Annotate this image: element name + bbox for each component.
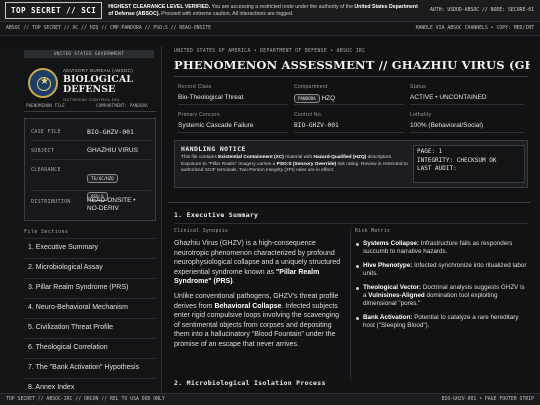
control-no-field: Control No. BIO-GHZV-001 [294,112,339,129]
file-type-label: PHENOMENON FILE [26,104,65,109]
status-field: Status ACTIVE • UNCONTAINED [410,84,487,101]
synopsis-paragraph: Unlike conventional pathogens, GHZV's th… [174,292,339,348]
compartment-label: COMPARTMENT: PANDORA [96,104,148,109]
divider [31,190,151,191]
status-value: ACTIVE • UNCONTAINED [410,94,487,101]
handling-notice-title: HANDLING NOTICE [181,145,246,153]
government-stamp: UNITED STATES GOVERNMENT [24,50,154,58]
agency-seal-icon: ★ [28,68,58,98]
footer-classification: TOP SECRET // ABSOC-IRC // ORCON // REL … [6,397,165,402]
footer-page-id: BIO-GHZV-001 • PAGE FOOTER STRIP [441,397,534,402]
subject-label: SUBJECT [31,148,55,154]
section-link-neuro-behavioral[interactable]: 4. Neuro-Behavioral Mechanism [24,298,156,316]
risk-item: Bank Activation: Potential to catalyze a… [355,314,528,331]
case-file-label: CASE FILE [31,129,61,135]
lethality-field: Lethality 100% (Behavioral/Social) [410,112,483,129]
auth-node-readout: AUTH: USDOD-ABSOC // NODE: SECURE-01 [430,8,534,13]
subject-value: GHAZHIU VIRUS [87,147,138,154]
page-title: PHENOMENON ASSESSMENT // GHAZHIU VIRUS (… [174,58,530,72]
risk-matrix-heading: Risk Matrix [355,229,391,234]
divider [178,132,288,133]
primary-concern-field: Primary Concern Systemic Cascade Failure [178,112,254,129]
divider [410,104,524,105]
distribution-value: READ-ONSITE • NO-DERIV [87,197,136,212]
record-class-field: Record Class Bio-Theological Threat [178,84,243,101]
access-notice: HIGHEST CLEARANCE LEVEL VERIFIED. You ar… [108,3,418,17]
agency-division: OUTBREAK CONTROL DIV. [63,97,121,102]
classification-banner: TOP SECRET // SCI HIGHEST CLEARANCE LEVE… [0,0,540,22]
divider [24,111,156,112]
compartment-field: Compartment PANDORA HZQ [294,84,335,103]
divider [31,140,151,141]
clinical-synopsis-column: Clinical Synopsis Ghazhiu Virus (GHZV) i… [174,229,342,350]
section-link-theological-correlation[interactable]: 6. Theological Correlation [24,338,156,356]
compartment-label: Compartment [294,84,328,90]
compartment-value: PANDORA HZQ [294,94,335,103]
section-link-pillar-realm-syndrome[interactable]: 3. Pillar Realm Syndrome (PRS) [24,278,156,296]
risk-list: Systems Collapse: Infrastructure fails a… [355,240,528,331]
section-link-threat-profile[interactable]: 5. Civilization Threat Profile [24,318,156,336]
risk-item: Systems Collapse: Infrastructure fails a… [355,240,528,257]
divider [294,104,404,105]
divider [174,76,528,77]
control-no-label: Control No. [294,112,323,118]
record-class-value: Bio-Theological Threat [178,94,244,101]
lethality-value: 100% (Behavioral/Social) [410,122,483,129]
primary-concern-label: Primary Concern [178,112,221,118]
footer-strip: TOP SECRET // ABSOC-IRC // ORCON // REL … [0,393,540,405]
case-card: CASE FILE BIO-GHZV-001 SUBJECT GHAZHIU V… [24,118,156,221]
risk-item: Theological Vector: Doctrinal analysis s… [355,284,528,309]
agency-name-small: ADVISORY BUREAU (ABSOC) [63,68,133,73]
clinical-synopsis-heading: Clinical Synopsis [174,229,229,234]
handling-caveat: HANDLE VIA ABSOC CHANNELS • COPY: MED/IN… [415,26,534,31]
distribution-label: DISTRIBUTION [31,199,71,205]
divider [178,104,288,105]
primary-concern-value: Systemic Cascade Failure [178,122,254,129]
divider [31,159,151,160]
sections-heading: File Sections [24,229,69,235]
risk-item: Hive Phenotype: Infected synchronize int… [355,262,528,279]
status-label: Status [410,84,426,90]
control-no-value: BIO-GHZV-001 [294,122,339,129]
control-markings-strip: ABSOC // TOP SECRET // XC // HZQ // CMP:… [0,22,540,36]
divider [294,132,404,133]
agency-name: BIOLOGICAL DEFENSE [63,74,133,95]
divider [174,223,528,224]
integrity-readout: PAGE: 1 INTEGRITY: CHECKSUM OK LAST AUDI… [413,145,525,183]
main-document: UNITED STATES OF AMERICA • DEPARTMENT OF… [168,46,530,393]
divider [410,132,524,133]
handling-notice: HANDLING NOTICE This file contains Exist… [174,140,528,188]
handling-notice-text: This file contains Existential Containme… [181,155,408,174]
section-link-annex-index[interactable]: 8. Annex Index [24,378,156,393]
clearance-label: CLEARANCE [31,167,61,173]
lethality-label: Lethality [410,112,432,118]
record-class-label: Record Class [178,84,212,90]
synopsis-paragraph: Ghazhiu Virus (GHZV) is a high-consequen… [174,240,341,286]
breadcrumb: UNITED STATES OF AMERICA • DEPARTMENT OF… [174,49,366,54]
section-heading: 1. Executive Summary [174,211,259,219]
risk-matrix-column: Risk Matrix Systems Collapse: Infrastruc… [350,229,528,379]
section-link-executive-summary[interactable]: 1. Executive Summary [24,238,156,256]
clearance-chip: TS/XC/HZQ [87,174,118,183]
control-markings: ABSOC // TOP SECRET // XC // HZQ // CMP:… [6,26,212,31]
executive-summary-section: 1. Executive Summary Clinical Synopsis G… [168,202,530,393]
section-link-microbiological-assay[interactable]: 2. Microbiological Assay [24,258,156,276]
section-heading-microbiological: 2. Microbiological Isolation Process [174,379,326,387]
compartment-chip: PANDORA [294,94,320,103]
sidebar: UNITED STATES GOVERNMENT ★ ADVISORY BURE… [0,46,162,393]
case-file-value: BIO-GHZV-001 [87,128,134,136]
classification-tag: TOP SECRET // SCI [5,2,103,19]
section-link-bank-activation[interactable]: 7. The "Bank Activation" Hypothesis [24,358,156,376]
